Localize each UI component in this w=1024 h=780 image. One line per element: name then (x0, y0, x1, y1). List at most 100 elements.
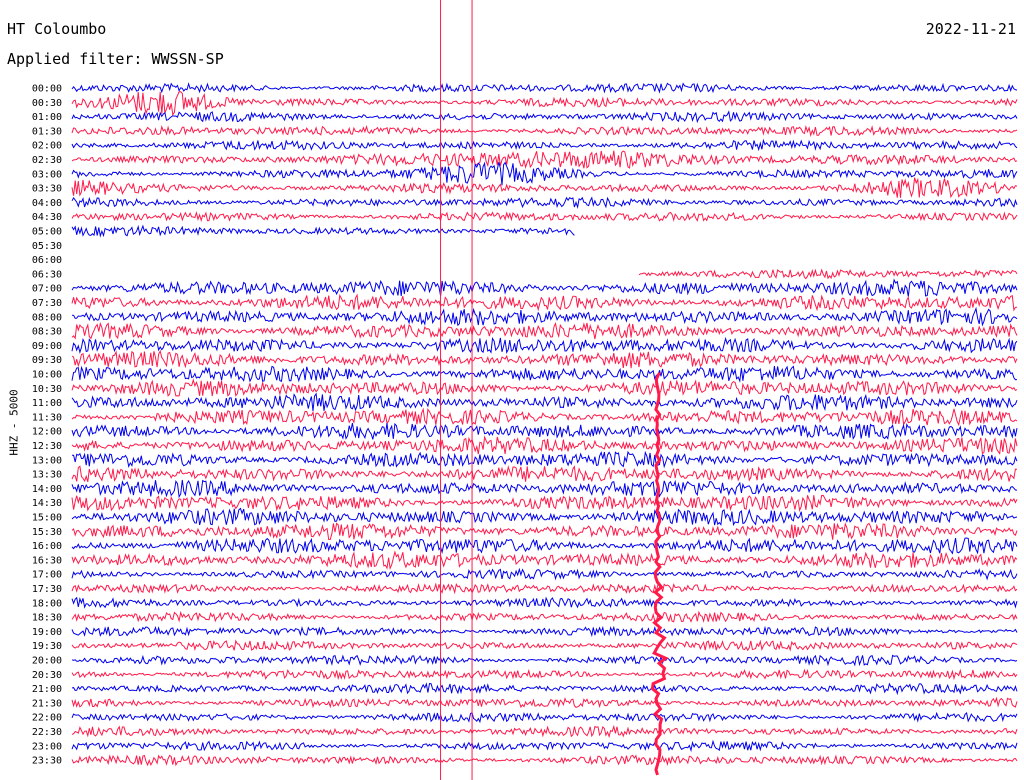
trace-row (71, 610, 1018, 623)
date-label: 2022-11-21 (925, 20, 1016, 38)
trace-row (71, 696, 1018, 709)
row-label: 05:00 (32, 227, 62, 238)
row-label: 08:00 (32, 312, 62, 323)
row-label: 19:00 (32, 627, 62, 638)
y-axis-label: HHZ - 5000 (7, 389, 21, 456)
row-label: 10:30 (32, 384, 62, 395)
row-label: 18:00 (32, 598, 62, 609)
trace-row (71, 465, 1018, 483)
row-label: 19:30 (32, 641, 62, 652)
filter-label: Applied filter: WWSSN-SP (7, 50, 224, 68)
row-label: 20:30 (32, 670, 62, 681)
row-label: 11:00 (32, 398, 62, 409)
trace-row (71, 224, 575, 238)
row-label: 15:30 (32, 527, 62, 538)
trace-row (71, 537, 1018, 555)
trace-row (71, 550, 1018, 571)
row-time-labels: 00:00 00:30 01:00 01:30 02:00 02:30 03:00 03:30… (32, 84, 62, 767)
station-title: HT Coloumbo (7, 20, 107, 38)
row-label: 09:30 (32, 355, 62, 366)
trace-row (71, 754, 1018, 767)
trace-row (71, 293, 1018, 312)
trace-row (71, 365, 1018, 383)
row-label: 17:00 (32, 570, 62, 581)
row-label: 05:30 (32, 241, 62, 252)
trace-row (71, 336, 1018, 355)
trace-row (71, 596, 1018, 609)
row-label: 08:30 (32, 327, 62, 338)
row-label: 07:00 (32, 284, 62, 295)
row-label: 02:30 (32, 155, 62, 166)
trace-row (71, 306, 1018, 327)
row-label: 00:00 (32, 84, 62, 95)
row-label: 18:30 (32, 613, 62, 624)
trace-row (71, 494, 1018, 513)
row-label: 01:30 (32, 126, 62, 137)
trace-row (638, 268, 1018, 280)
row-label: 13:30 (32, 470, 62, 481)
row-label: 14:30 (32, 498, 62, 509)
trace-row (71, 196, 1018, 209)
trace-row (71, 625, 1018, 638)
trace-row (71, 150, 1018, 170)
row-label: 12:00 (32, 427, 62, 438)
row-label: 22:00 (32, 713, 62, 724)
trace-row (71, 82, 1018, 94)
row-label: 17:30 (32, 584, 62, 595)
trace-row (71, 210, 1018, 223)
row-label: 07:30 (32, 298, 62, 309)
row-label: 03:30 (32, 184, 62, 195)
trace-row (71, 110, 1018, 124)
row-label: 23:00 (32, 741, 62, 752)
row-label: 13:00 (32, 455, 62, 466)
trace-row (71, 739, 1018, 753)
trace-row (71, 567, 1018, 581)
helicorder-plot: 00:00 00:30 01:00 01:30 02:00 02:30 03:00 03:30… (32, 0, 1018, 780)
row-label: 09:00 (32, 341, 62, 352)
large-event-spike (650, 372, 669, 776)
trace-row (71, 321, 1018, 340)
row-label: 15:00 (32, 513, 62, 524)
row-label: 03:00 (32, 169, 62, 180)
trace-row (71, 711, 1018, 724)
trace-row (71, 724, 1018, 739)
row-label: 21:30 (32, 698, 62, 709)
row-label: 00:30 (32, 98, 62, 109)
trace-row (71, 522, 1018, 541)
trace-row (71, 378, 1018, 397)
row-label: 20:00 (32, 656, 62, 667)
trace-row (71, 278, 1018, 297)
row-label: 10:00 (32, 370, 62, 381)
trace-row (71, 407, 1018, 427)
row-label: 16:00 (32, 541, 62, 552)
trace-row (71, 422, 1018, 440)
row-label: 01:00 (32, 112, 62, 123)
row-label: 04:30 (32, 212, 62, 223)
trace-row (71, 161, 1018, 186)
trace-row (71, 435, 1018, 455)
trace-row (71, 582, 1018, 595)
trace-row (71, 349, 1018, 369)
trace-row (71, 639, 1018, 652)
row-label: 02:00 (32, 141, 62, 152)
row-label: 14:00 (32, 484, 62, 495)
trace-row (71, 138, 1018, 152)
row-label: 16:30 (32, 555, 62, 566)
row-label: 21:00 (32, 684, 62, 695)
row-label: 12:30 (32, 441, 62, 452)
row-label: 04:00 (32, 198, 62, 209)
row-label: 06:30 (32, 269, 62, 280)
row-label: 11:30 (32, 412, 62, 423)
trace-row (72, 450, 1018, 469)
trace-row (71, 654, 1018, 667)
trace-row (71, 392, 1018, 412)
trace-row (71, 507, 1018, 527)
trace-row (71, 91, 1018, 117)
row-label: 22:30 (32, 727, 62, 738)
helicorder-traces (71, 82, 1018, 767)
trace-row (71, 668, 1018, 681)
row-label: 06:00 (32, 255, 62, 266)
trace-row (71, 124, 1018, 138)
trace-row (71, 479, 1018, 499)
trace-row (71, 682, 1018, 696)
